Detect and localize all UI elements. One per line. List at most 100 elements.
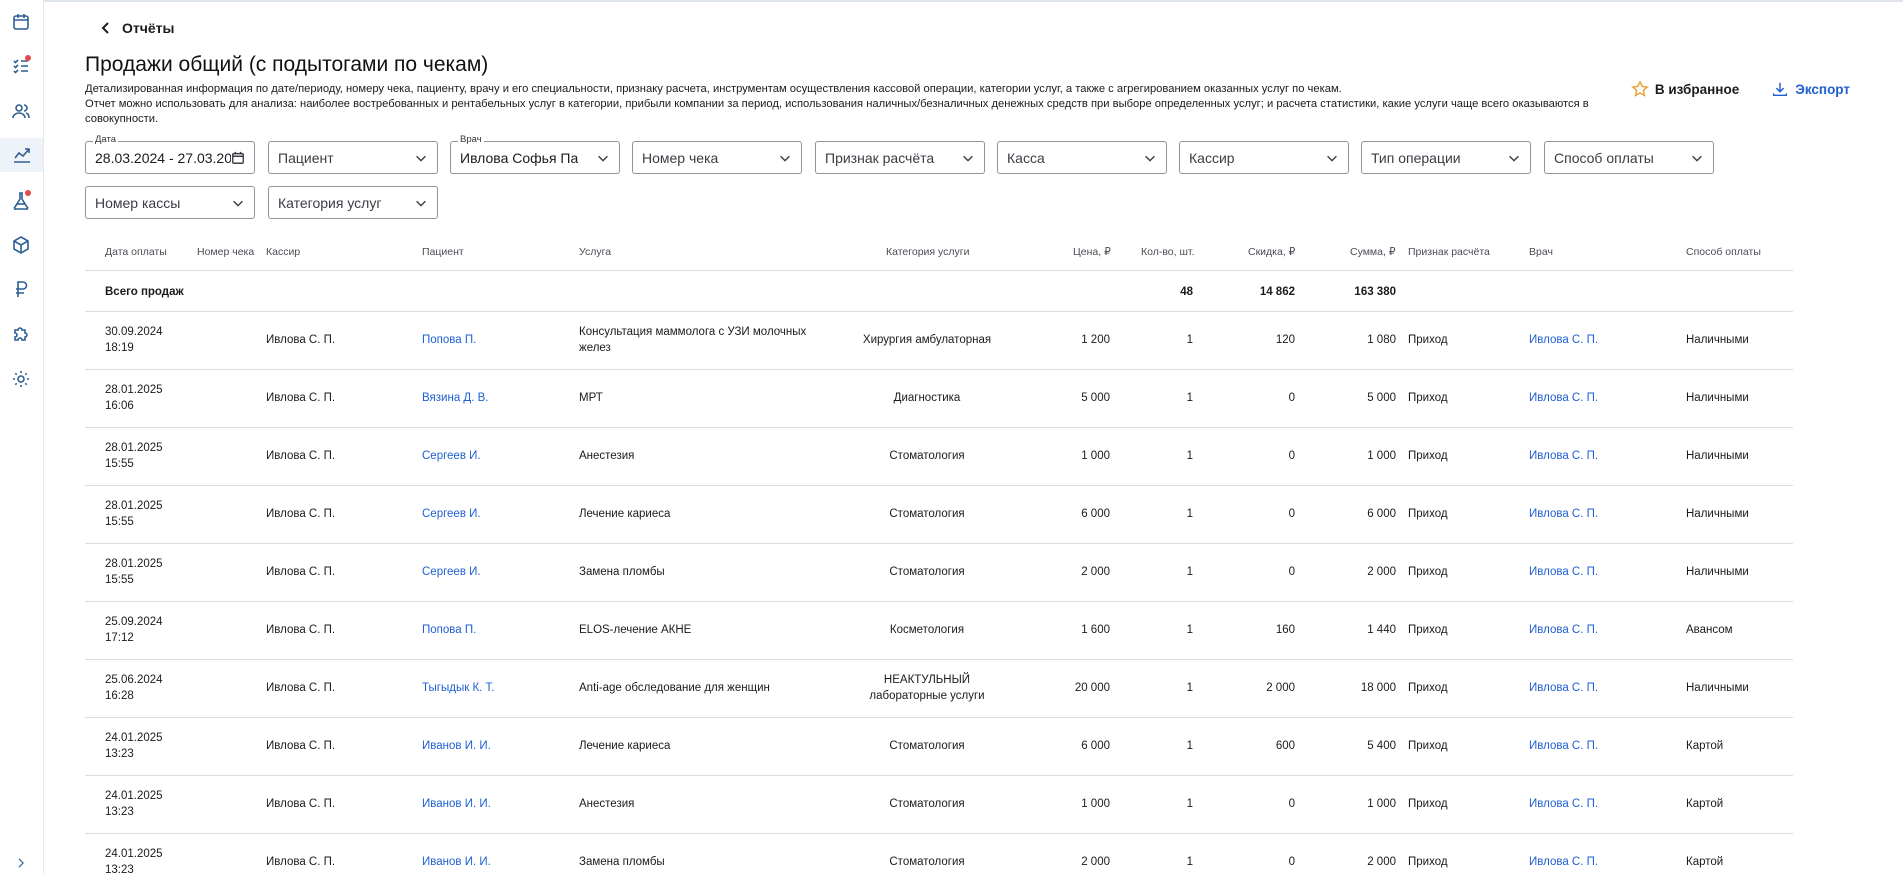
cashier-cell: Ивлова С. П. [266, 740, 336, 752]
checklist-icon[interactable] [10, 55, 32, 77]
table-row[interactable]: 24.01.2025 13:23 Ивлова С. П. Иванов И. И. А… [85, 776, 1793, 834]
discount-cell: 120 [1275, 334, 1295, 346]
column-header-category[interactable]: Категория услуги [886, 246, 969, 258]
sum-cell: 1 440 [1367, 624, 1396, 636]
date-range-field[interactable]: Дата 28.03.2024 - 27.03.2025 [85, 134, 255, 174]
table-row[interactable]: 28.01.2025 16:06 Ивлова С. П. Вязина Д. В. М… [85, 370, 1793, 428]
doctor-link[interactable]: Ивлова С. П. [1529, 506, 1598, 522]
price-cell: 1 200 [1081, 334, 1110, 346]
puzzle-icon[interactable] [10, 323, 32, 345]
payment-method-cell: Наличными [1686, 682, 1749, 694]
header-actions: В избранное Экспорт [1630, 80, 1895, 98]
sum-cell: 1 000 [1367, 450, 1396, 462]
gear-icon[interactable] [10, 368, 32, 390]
payment-time: 13:23 [105, 806, 134, 818]
chevron-down-icon [963, 155, 973, 162]
doctor-link[interactable]: Ивлова С. П. [1529, 332, 1598, 348]
patient-link[interactable]: Попова П. [422, 332, 476, 348]
ruble-icon[interactable] [10, 278, 32, 300]
doctor-link[interactable]: Ивлова С. П. [1529, 854, 1598, 870]
table-row[interactable]: 24.01.2025 13:23 Ивлова С. П. Иванов И. И. Л… [85, 718, 1793, 776]
doctor-link[interactable]: Ивлова С. П. [1529, 390, 1598, 406]
chart-icon[interactable] [0, 138, 43, 172]
patient-link[interactable]: Иванов И. И. [422, 738, 491, 754]
column-header-sign[interactable]: Признак расчёта [1408, 246, 1490, 258]
payment-time: 13:23 [105, 748, 134, 760]
star-icon [1630, 80, 1649, 97]
payment-sign-cell: Приход [1408, 856, 1448, 868]
doctor-link[interactable]: Ивлова С. П. [1529, 796, 1598, 812]
qty-cell: 1 [1186, 740, 1193, 752]
category-cell: НЕАКТУЛЬНЫЙ лабораторные услуги [869, 674, 985, 702]
flask-icon[interactable] [10, 190, 32, 212]
table-row[interactable]: 25.06.2024 16:28 Ивлова С. П. Тыгыдык К. Т.… [85, 660, 1793, 718]
table-row[interactable]: 28.01.2025 15:55 Ивлова С. П. Сергеев И. Ане… [85, 428, 1793, 486]
patient-link[interactable]: Иванов И. И. [422, 796, 491, 812]
column-header-service[interactable]: Услуга [579, 246, 611, 258]
patient-select[interactable]: Пациент [268, 141, 438, 174]
column-header-patient[interactable]: Пациент [422, 246, 464, 258]
table-row[interactable]: 30.09.2024 18:19 Ивлова С. П. Попова П. Конс… [85, 312, 1793, 370]
payment-method-cell: Авансом [1686, 624, 1733, 636]
operation-type-select[interactable]: Тип операции [1361, 141, 1531, 174]
column-header-cashier[interactable]: Кассир [266, 246, 300, 258]
table-row[interactable]: 25.09.2024 17:12 Ивлова С. П. Попова П. ELOS… [85, 602, 1793, 660]
box-icon[interactable] [10, 234, 32, 256]
column-header-method[interactable]: Способ оплаты [1686, 246, 1761, 258]
cash-desk-select[interactable]: Касса [997, 141, 1167, 174]
doctor-link[interactable]: Ивлова С. П. [1529, 680, 1598, 696]
patient-link[interactable]: Иванов И. И. [422, 854, 491, 870]
table-row[interactable]: 28.01.2025 15:55 Ивлова С. П. Сергеев И. Зам… [85, 544, 1793, 602]
page-title: Продажи общий (с подытогами по чекам) [85, 53, 489, 76]
payment-method-cell: Наличными [1686, 392, 1749, 404]
total-label: Всего продаж [105, 286, 184, 298]
column-header-date[interactable]: Дата оплаты [105, 246, 167, 258]
users-icon[interactable] [10, 100, 32, 122]
patient-link[interactable]: Тыгыдык К. Т. [422, 680, 494, 696]
doctor-link[interactable]: Ивлова С. П. [1529, 564, 1598, 580]
add-to-favorites-button[interactable]: В избранное [1630, 80, 1739, 98]
column-header-price[interactable]: Цена, ₽ [1073, 246, 1111, 258]
payment-sign-cell: Приход [1408, 334, 1448, 346]
column-header-sum[interactable]: Сумма, ₽ [1350, 246, 1396, 258]
doctor-select[interactable]: Врач Ивлова Софья Павловна [450, 134, 620, 174]
total-sum: 163 380 [1354, 286, 1396, 298]
payment-sign-cell: Приход [1408, 740, 1448, 752]
column-header-check[interactable]: Номер чека [197, 246, 254, 258]
column-header-doctor[interactable]: Врач [1529, 246, 1553, 258]
patient-link[interactable]: Вязина Д. В. [422, 390, 488, 406]
cash-desk-number-select[interactable]: Номер кассы [85, 186, 255, 219]
export-button[interactable]: Экспорт [1771, 80, 1850, 98]
payment-date-cell: 28.01.2025 15:55 [105, 440, 163, 472]
doctor-link[interactable]: Ивлова С. П. [1529, 448, 1598, 464]
sum-cell: 18 000 [1360, 682, 1396, 694]
discount-cell: 0 [1288, 856, 1295, 868]
payment-time: 13:23 [105, 864, 134, 875]
patient-link[interactable]: Попова П. [422, 622, 476, 638]
table-row[interactable]: 28.01.2025 15:55 Ивлова С. П. Сергеев И. Леч… [85, 486, 1793, 544]
payment-date: 25.09.2024 [105, 616, 163, 628]
back-link[interactable]: Отчёты [100, 20, 174, 36]
column-header-discount[interactable]: Скидка, ₽ [1248, 246, 1295, 258]
payment-date: 28.01.2025 [105, 442, 163, 454]
calendar-icon[interactable] [10, 11, 32, 33]
patient-link[interactable]: Сергеев И. [422, 448, 481, 464]
service-category-select[interactable]: Категория услуг [268, 186, 438, 219]
patient-link[interactable]: Сергеев И. [422, 506, 481, 522]
payment-method-cell: Наличными [1686, 450, 1749, 462]
chevron-right-icon[interactable] [10, 852, 32, 874]
payment-time: 18:19 [105, 342, 134, 354]
check-number-select[interactable]: Номер чека [632, 141, 802, 174]
doctor-link[interactable]: Ивлова С. П. [1529, 738, 1598, 754]
payment-sign-select[interactable]: Признак расчёта [815, 141, 985, 174]
payment-method-select[interactable]: Способ оплаты [1544, 141, 1714, 174]
table-row[interactable]: 24.01.2025 13:23 Ивлова С. П. Иванов И. И. З… [85, 834, 1793, 875]
chevron-down-icon [1509, 155, 1519, 162]
calendar-icon[interactable] [231, 151, 245, 165]
column-header-qty[interactable]: Кол-во, шт. [1141, 246, 1194, 258]
cashier-select[interactable]: Кассир [1179, 141, 1349, 174]
doctor-link[interactable]: Ивлова С. П. [1529, 622, 1598, 638]
chevron-down-icon [416, 155, 426, 162]
chevron-left-icon [101, 22, 109, 34]
patient-link[interactable]: Сергеев И. [422, 564, 481, 580]
